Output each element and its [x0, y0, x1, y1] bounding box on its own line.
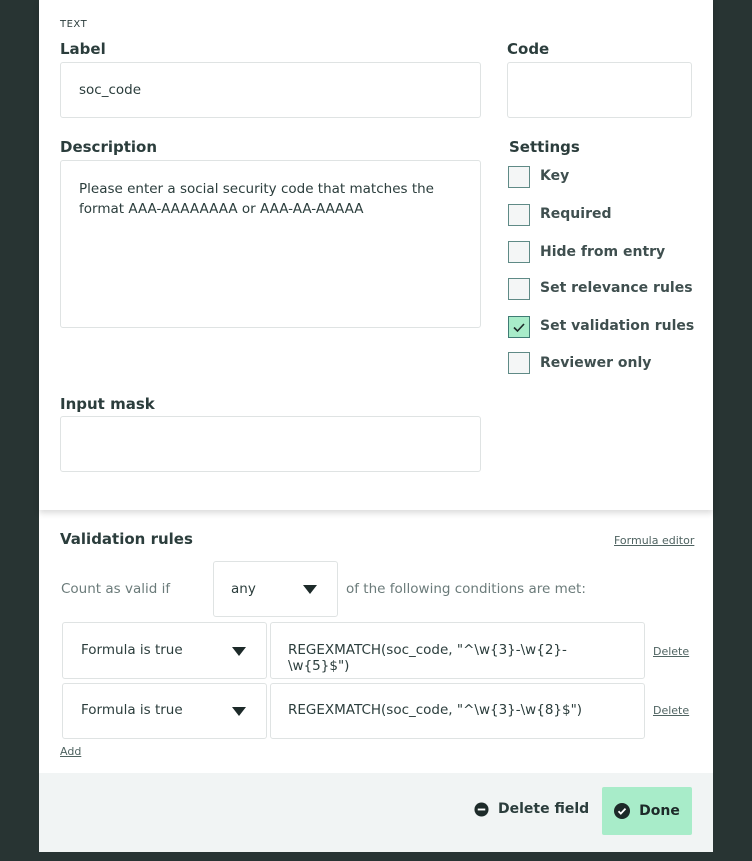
validation-title: Validation rules: [60, 530, 193, 548]
check-icon: [513, 323, 525, 333]
field-type: TEXT: [60, 19, 88, 30]
footer: Delete field Done: [39, 773, 713, 852]
rule-type-select[interactable]: Formula is true: [62, 622, 267, 679]
label-input[interactable]: soc_code: [60, 62, 481, 118]
key-checkbox[interactable]: [508, 166, 530, 188]
code-title: Code: [507, 40, 550, 58]
mode-select[interactable]: any: [213, 561, 338, 617]
check-circle-icon: [614, 803, 631, 819]
relevance-rules-checkbox[interactable]: [508, 278, 530, 300]
delete-rule-link[interactable]: Delete: [653, 704, 689, 717]
rule-type-select[interactable]: Formula is true: [62, 683, 267, 739]
code-input[interactable]: [507, 62, 692, 118]
hide-from-entry-label: Hide from entry: [540, 244, 666, 260]
count-valid-suffix: of the following conditions are met:: [346, 581, 586, 597]
field-properties: TEXT Label soc_code Code Description Ple…: [39, 0, 713, 510]
delete-field-button[interactable]: Delete field: [474, 801, 589, 817]
required-checkbox[interactable]: [508, 204, 530, 226]
rule-type-value: Formula is true: [81, 642, 183, 658]
validation-rules-label: Set validation rules: [540, 318, 695, 334]
caret-down-icon: [232, 646, 246, 656]
rule-formula-input[interactable]: REGEXMATCH(soc_code, "^\w{3}-\w{2}-\w{5}…: [270, 622, 645, 679]
rule-formula-input[interactable]: REGEXMATCH(soc_code, "^\w{3}-\w{8}$"): [270, 683, 645, 739]
description-title: Description: [60, 138, 158, 156]
label-title: Label: [60, 40, 106, 58]
rule-type-value: Formula is true: [81, 702, 183, 718]
minus-circle-icon: [474, 801, 489, 817]
input-mask-title: Input mask: [60, 395, 155, 413]
reviewer-only-label: Reviewer only: [540, 355, 652, 371]
input-mask-input[interactable]: [60, 416, 481, 472]
required-label: Required: [540, 206, 612, 222]
hide-from-entry-checkbox[interactable]: [508, 241, 530, 263]
field-editor-panel: TEXT Label soc_code Code Description Ple…: [39, 0, 713, 852]
formula-editor-link[interactable]: Formula editor: [614, 534, 694, 547]
count-valid-prefix: Count as valid if: [61, 581, 171, 597]
delete-rule-link[interactable]: Delete: [653, 645, 689, 658]
delete-field-label: Delete field: [498, 801, 590, 817]
done-label: Done: [639, 803, 680, 819]
relevance-rules-label: Set relevance rules: [540, 280, 693, 296]
caret-down-icon: [232, 707, 246, 716]
caret-down-icon: [303, 585, 317, 594]
reviewer-only-checkbox[interactable]: [508, 352, 530, 374]
mode-value: any: [231, 581, 256, 597]
add-rule-link[interactable]: Add: [60, 745, 81, 758]
key-label: Key: [540, 168, 570, 184]
done-button[interactable]: Done: [602, 787, 692, 835]
settings-title: Settings: [509, 138, 580, 156]
description-textarea[interactable]: Please enter a social security code that…: [60, 160, 481, 328]
validation-rules-checkbox[interactable]: [508, 316, 530, 338]
